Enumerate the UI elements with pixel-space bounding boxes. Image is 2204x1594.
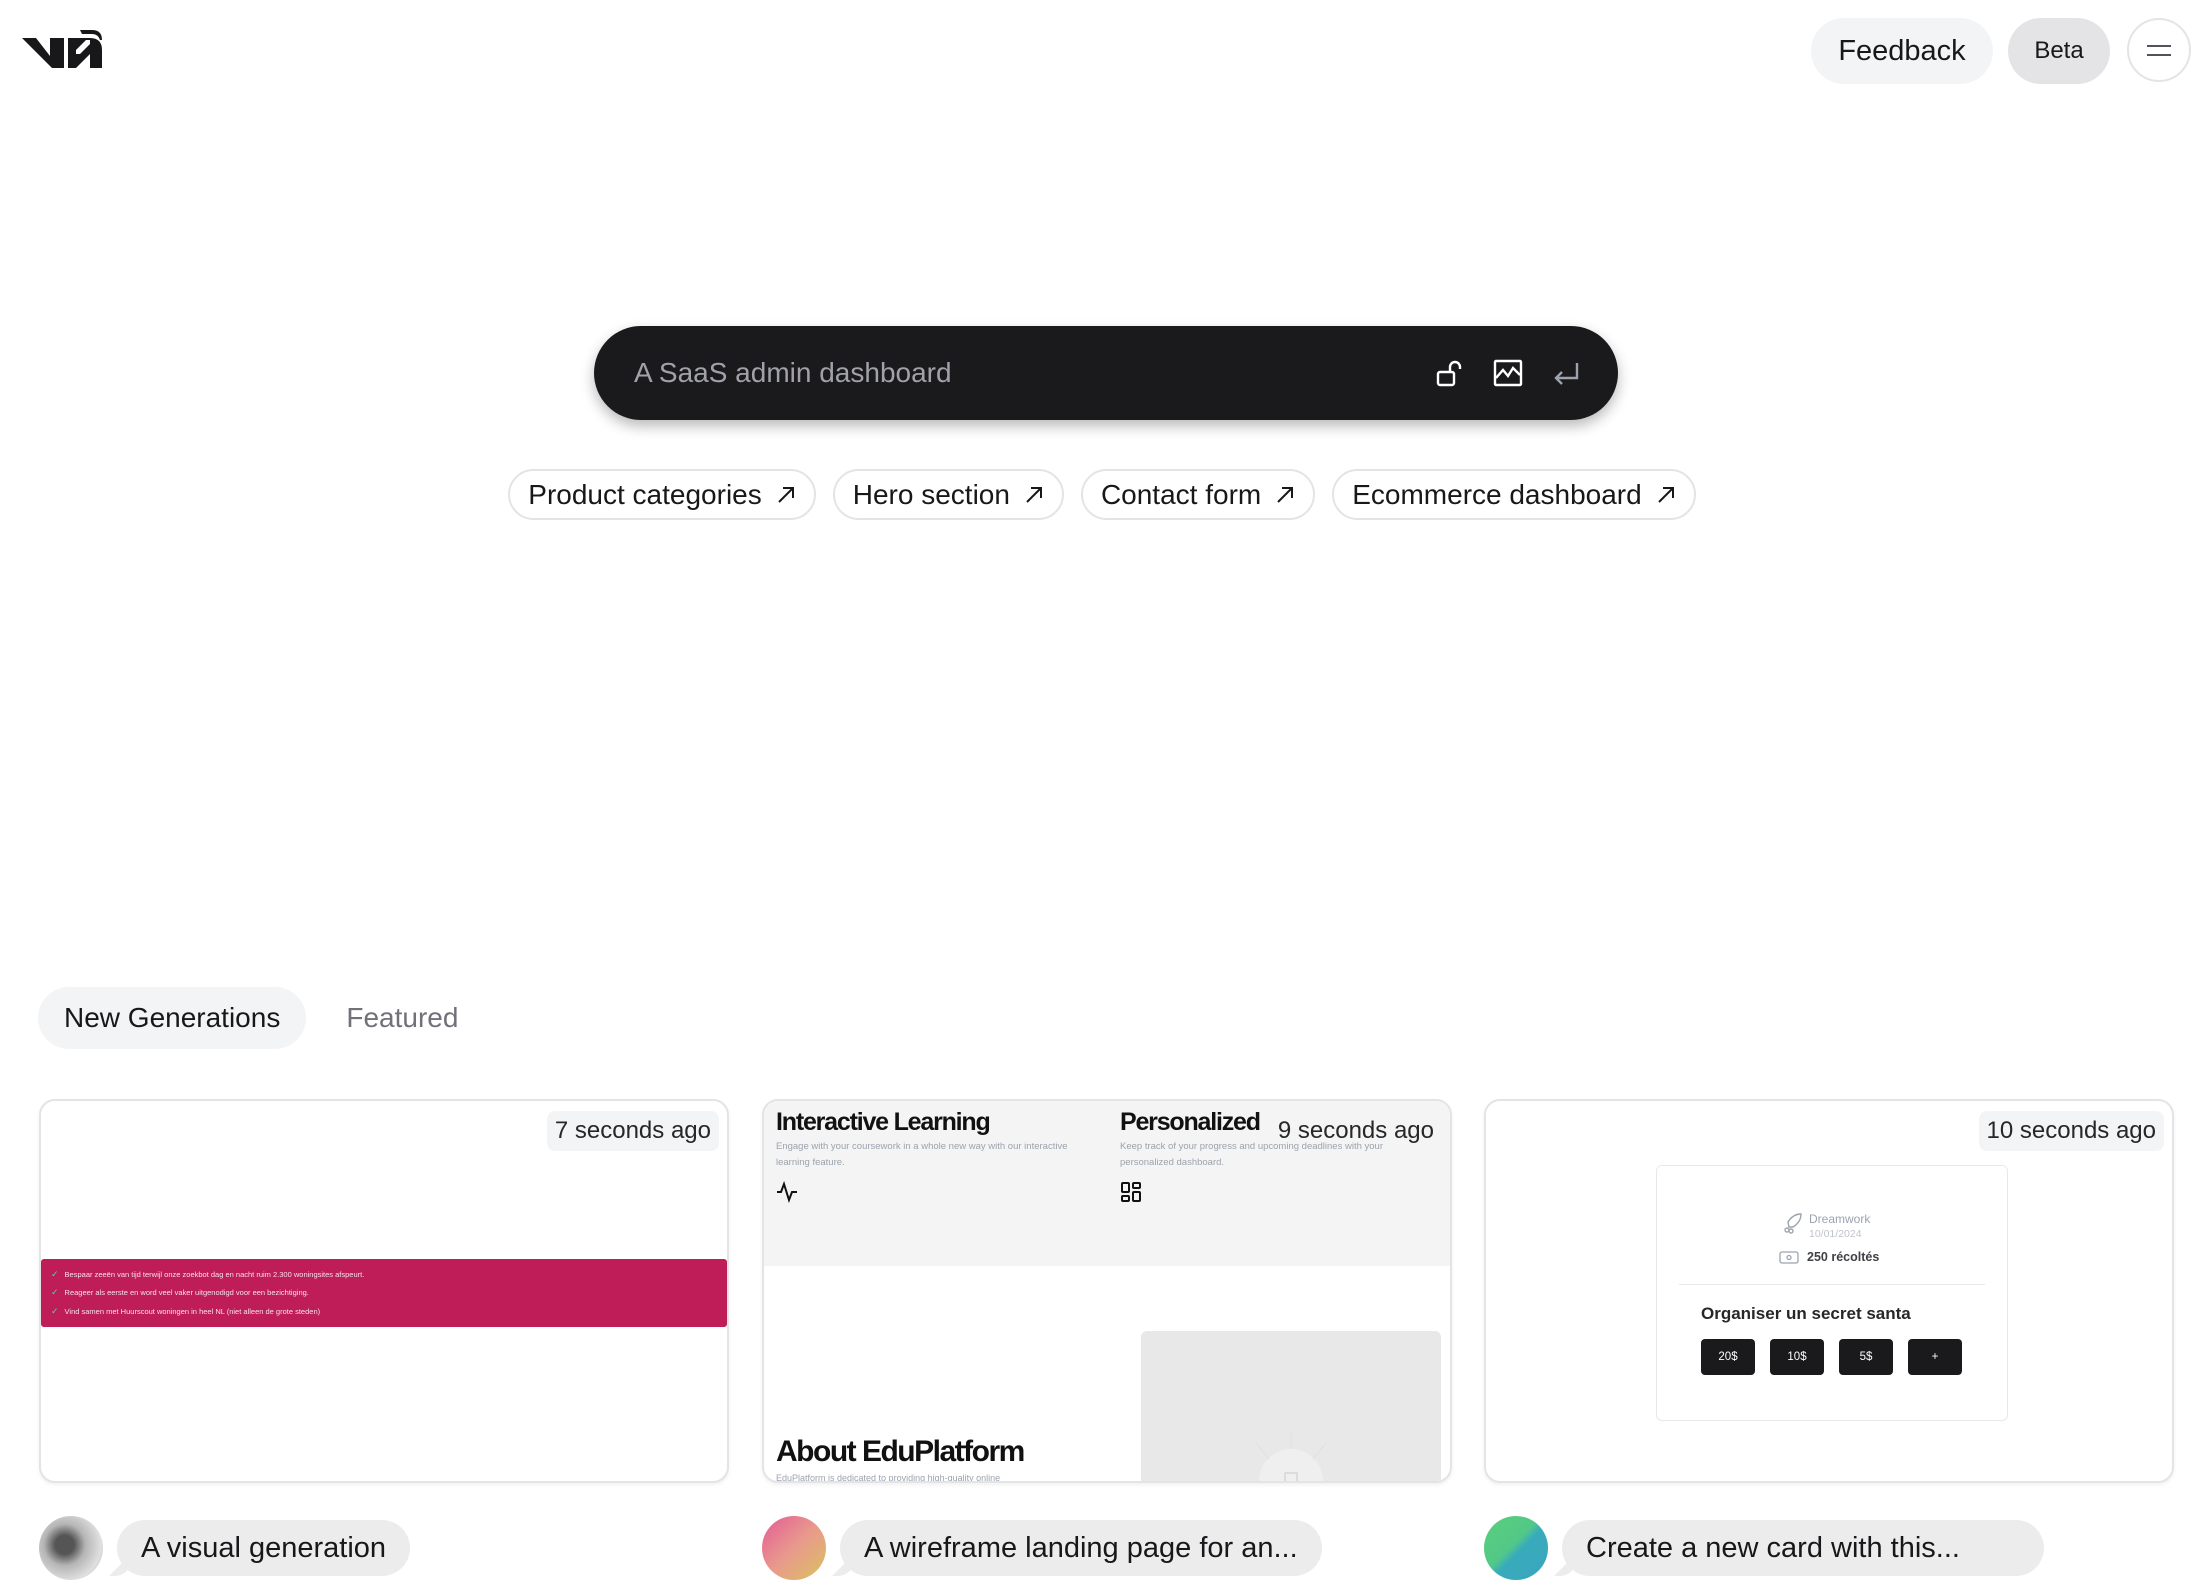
image-placeholder <box>1141 1331 1441 1481</box>
about-title: About EduPlatform <box>776 1435 1025 1468</box>
suggestion-label: Hero section <box>852 478 1010 510</box>
arrow-up-right-icon <box>778 486 794 503</box>
check-icon: ✓ <box>51 1268 59 1279</box>
santa-title: Organiser un secret santa <box>1701 1304 1911 1323</box>
arrow-up-right-icon <box>1026 486 1042 503</box>
suggestion-chip[interactable]: Product categories <box>508 469 816 520</box>
add-amount-button[interactable]: + <box>1908 1339 1962 1375</box>
benefit-item: ✓ Reageer als eerste en word veel vaker u… <box>51 1287 717 1298</box>
project-date: 10/01/2024 <box>1809 1228 1862 1240</box>
check-icon: ✓ <box>51 1287 59 1298</box>
check-icon: ✓ <box>51 1306 59 1317</box>
timestamp: 9 seconds ago <box>1277 1117 1434 1144</box>
about-desc: EduPlatform is dedicated to providing hi… <box>776 1473 1001 1483</box>
arrow-up-right-icon <box>1277 486 1294 503</box>
unlock-icon[interactable] <box>1434 357 1466 389</box>
activity-icon <box>777 1180 797 1204</box>
layout-grid-icon <box>1121 1182 1141 1202</box>
preview-santa-card: Dreamwork 10/01/2024 250 récoltés Organi… <box>1656 1165 2008 1421</box>
v0-logo[interactable] <box>22 26 104 72</box>
generation-meta: A wireframe landing page for an... <box>762 1516 1322 1580</box>
enter-icon[interactable] <box>1550 357 1582 389</box>
menu-icon-line <box>2147 44 2171 47</box>
suggestion-chip[interactable]: Hero section <box>832 469 1064 520</box>
rocket-icon <box>1784 1213 1802 1234</box>
suggestion-label: Ecommerce dashboard <box>1352 478 1642 510</box>
feature-title: Interactive Learning <box>776 1108 991 1136</box>
benefit-text: Bespaar zeeën van tijd terwijl onze zoek… <box>64 1269 365 1279</box>
feature-block: Interactive Learning Engage with your co… <box>776 1107 1076 1208</box>
benefit-text: Reageer als eerste en word veel vaker ui… <box>64 1288 309 1298</box>
raised-text: 250 récoltés <box>1807 1250 1880 1264</box>
prompt-bubble[interactable]: A visual generation <box>117 1520 411 1576</box>
arrow-up-right-icon <box>1657 486 1674 503</box>
suggestion-chips: Product categories Hero section Contact … <box>0 469 2204 520</box>
tab-new-generations[interactable]: New Generations <box>38 987 307 1049</box>
banknote-icon <box>1779 1250 1799 1264</box>
raised-amount: 250 récoltés <box>1779 1250 1879 1264</box>
generation-meta: Create a new card with this... <box>1484 1516 2044 1580</box>
feedback-button[interactable]: Feedback <box>1811 18 1993 84</box>
feature-desc: Engage with your coursework in a whole n… <box>776 1141 1068 1168</box>
tab-featured[interactable]: Featured <box>320 987 484 1049</box>
prompt-input[interactable] <box>634 357 1434 389</box>
preview-benefits-band: ✓ Bespaar zeeën van tijd terwijl onze zoe… <box>41 1259 727 1327</box>
amount-button[interactable]: 20$ <box>1701 1339 1755 1375</box>
suggestion-label: Product categories <box>528 478 762 510</box>
suggestion-chip[interactable]: Ecommerce dashboard <box>1332 469 1696 520</box>
amount-buttons: 20$ 10$ 5$ + <box>1701 1339 1962 1375</box>
divider <box>1679 1284 1985 1285</box>
benefit-text: Vind samen met Huurscout woningen in hee… <box>64 1307 321 1317</box>
project-info: Dreamwork 10/01/2024 <box>1783 1212 1870 1242</box>
amount-button[interactable]: 10$ <box>1770 1339 1824 1375</box>
avatar[interactable] <box>39 1516 103 1580</box>
menu-icon-line <box>2147 53 2171 56</box>
generation-card[interactable]: 7 seconds ago ✓ Bespaar zeeën van tijd te… <box>39 1099 729 1483</box>
beta-badge[interactable]: Beta <box>2008 18 2110 84</box>
prompt-bubble[interactable]: Create a new card with this... <box>1562 1520 2044 1576</box>
avatar[interactable] <box>1484 1516 1548 1580</box>
prompt-actions <box>1434 357 1582 389</box>
suggestion-label: Contact form <box>1100 478 1262 510</box>
timestamp: 7 seconds ago <box>546 1111 719 1151</box>
timestamp: 10 seconds ago <box>1978 1111 2164 1151</box>
image-placeholder-icon <box>1255 1431 1327 1481</box>
prompt-bubble[interactable]: A wireframe landing page for an... <box>840 1520 1322 1576</box>
image-upload-icon[interactable] <box>1492 357 1524 389</box>
gallery-tabs: New Generations Featured <box>38 987 484 1049</box>
avatar[interactable] <box>762 1516 826 1580</box>
prompt-bar <box>594 326 1618 420</box>
benefit-item: ✓ Bespaar zeeën van tijd terwijl onze zoe… <box>51 1269 717 1280</box>
menu-button[interactable] <box>2127 18 2191 82</box>
generation-meta: A visual generation <box>39 1516 411 1580</box>
generation-card[interactable]: Interactive Learning Engage with your co… <box>762 1099 1452 1483</box>
suggestion-chip[interactable]: Contact form <box>1080 469 1316 520</box>
project-name: Dreamwork <box>1809 1212 1871 1226</box>
benefit-item: ✓ Vind samen met Huurscout woningen in he… <box>51 1306 717 1317</box>
generation-card[interactable]: 10 seconds ago Dreamwork 10/01/2024 250 … <box>1484 1099 2174 1483</box>
amount-button[interactable]: 5$ <box>1839 1339 1893 1375</box>
